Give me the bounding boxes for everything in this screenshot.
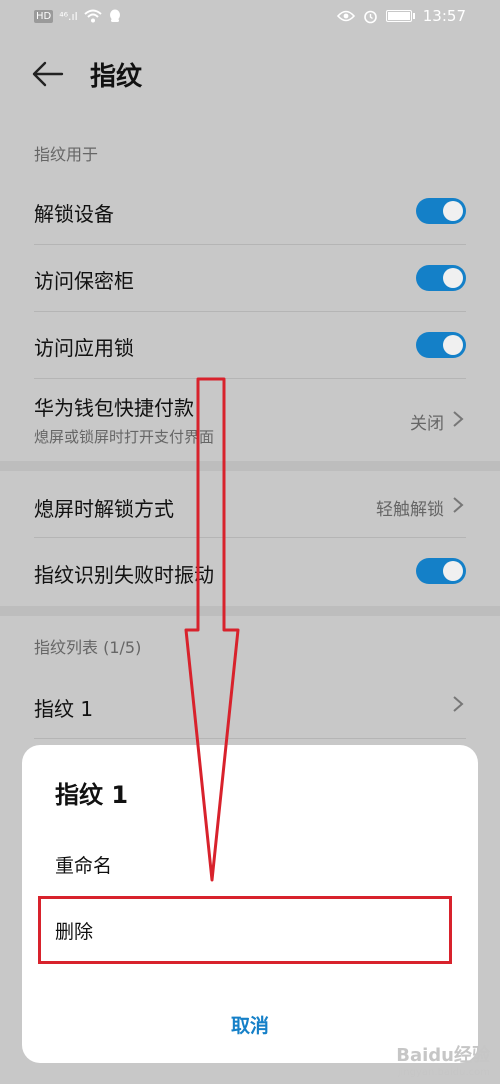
row-wallet-payment[interactable]: 华为钱包快捷付款 熄屏或锁屏时打开支付界面 关闭 <box>34 379 466 459</box>
row-vibrate-on-fail[interactable]: 指纹识别失败时振动 <box>34 538 466 604</box>
watermark-logo: Baidu经验 jingyan.baidu.com <box>396 1041 490 1078</box>
chevron-right-icon <box>453 497 464 513</box>
signal-icon: ⁴⁶.ıl <box>59 9 78 23</box>
vibrate-toggle[interactable] <box>416 558 466 584</box>
row-screen-off-unlock[interactable]: 熄屏时解锁方式 轻触解锁 <box>34 471 466 537</box>
page-title: 指纹 <box>90 62 143 92</box>
app-header: 指纹 <box>0 48 500 100</box>
unlock-device-toggle[interactable] <box>416 198 466 224</box>
wifi-icon <box>84 9 102 23</box>
row-fingerprint-1[interactable]: 指纹 1 <box>34 672 466 738</box>
row-title: 指纹 1 <box>34 697 94 721</box>
row-title: 熄屏时解锁方式 <box>34 497 174 521</box>
rename-option[interactable]: 重命名 <box>55 851 112 878</box>
chevron-right-icon <box>453 696 464 712</box>
vault-toggle[interactable] <box>416 265 466 291</box>
section-use-for: 指纹用于 <box>34 145 99 164</box>
row-unlock-device[interactable]: 解锁设备 <box>34 178 466 244</box>
section-fingerprint-list: 指纹列表 (1/5) <box>34 638 142 657</box>
watermark-sub: jingyan.baidu.com <box>397 1067 490 1078</box>
row-title: 解锁设备 <box>34 202 114 226</box>
status-bar: HD ⁴⁶.ıl 13:57 <box>0 0 500 36</box>
divider <box>34 738 466 739</box>
chat-app-icon <box>109 9 120 22</box>
section-gap <box>0 461 500 471</box>
status-right: 13:57 <box>336 7 466 25</box>
row-value: 轻触解锁 <box>376 500 444 520</box>
row-value: 关闭 <box>410 414 444 434</box>
back-arrow-icon[interactable] <box>30 60 66 88</box>
row-vault[interactable]: 访问保密柜 <box>34 245 466 311</box>
watermark-main: Baidu经验 <box>396 1045 490 1066</box>
sheet-title: 指纹 1 <box>55 781 129 809</box>
row-title: 访问保密柜 <box>34 269 134 293</box>
eye-icon <box>336 10 355 22</box>
status-time: 13:57 <box>422 7 466 25</box>
chevron-right-icon <box>453 411 464 427</box>
row-title: 访问应用锁 <box>34 336 134 360</box>
app-lock-toggle[interactable] <box>416 332 466 358</box>
status-left: HD ⁴⁶.ıl <box>34 9 122 23</box>
row-title: 华为钱包快捷付款 <box>34 396 194 420</box>
row-subtitle: 熄屏或锁屏时打开支付界面 <box>34 428 215 446</box>
battery-icon <box>385 10 415 22</box>
row-title: 指纹识别失败时振动 <box>34 563 214 587</box>
delete-highlight-box <box>38 896 452 964</box>
section-gap <box>0 606 500 616</box>
alarm-icon <box>363 10 377 23</box>
hd-badge: HD <box>34 9 54 23</box>
row-app-lock[interactable]: 访问应用锁 <box>34 312 466 378</box>
cancel-button[interactable]: 取消 <box>22 1011 478 1038</box>
